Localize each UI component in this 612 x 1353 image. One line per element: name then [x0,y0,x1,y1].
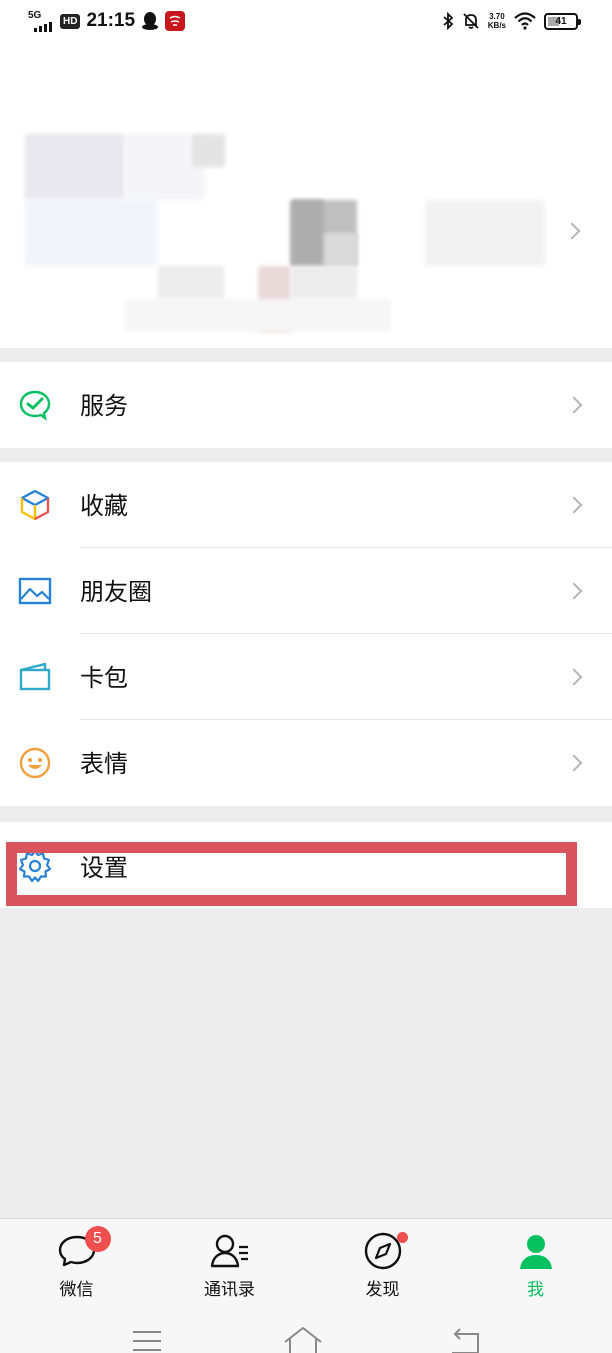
menu-label-stickers: 表情 [80,749,128,778]
speed-unit: KB/s [487,21,506,30]
battery-level: 41 [555,15,567,27]
smiley-icon [19,747,51,779]
person-icon [519,1235,552,1269]
menu-item-services[interactable]: 服务 [0,362,612,448]
card-icon [19,662,51,691]
menu-label-services: 服务 [80,391,128,420]
tab-discover[interactable]: 发现 [306,1219,459,1308]
cube-icon [20,489,50,521]
network-speed: 3.70 KB/s [488,12,506,30]
chevron-right-icon [565,496,583,514]
menu-item-cards[interactable]: 卡包 [0,634,612,720]
battery-icon: 41 [544,12,581,30]
bottom-tab-bar: 5 微信 通讯录 发现 我 [0,1218,612,1308]
menu-item-stickers[interactable]: 表情 [0,720,612,806]
unread-badge: 5 [84,1226,111,1252]
cellular-signal-icon: 5G [28,10,54,32]
contacts-icon [210,1234,248,1268]
speed-value: 3.70 [489,12,505,21]
mute-bell-icon [463,13,479,29]
tab-label-me: 我 [527,1280,544,1300]
tab-contacts[interactable]: 通讯录 [153,1219,306,1308]
menu-label-favorites: 收藏 [80,491,128,520]
gear-icon [18,849,52,883]
menu-item-moments[interactable]: 朋友圈 [0,548,612,634]
system-navigation-bar [0,1308,612,1353]
tab-label-contacts: 通讯录 [204,1280,255,1300]
features-group: 收藏 朋友圈 卡包 表情 [0,462,612,806]
menu-item-favorites[interactable]: 收藏 [0,462,612,548]
chevron-right-icon [565,396,583,414]
network-type: 5G [28,10,42,21]
wechat-pay-icon [19,390,51,421]
tab-label-discover: 发现 [365,1280,400,1300]
status-time: 21:15 [86,10,136,31]
tab-chats[interactable]: 5 微信 [0,1219,153,1308]
services-group: 服务 [0,362,612,448]
chevron-right-icon [565,668,583,686]
picture-icon [18,577,52,605]
menu-icon[interactable] [131,1326,163,1353]
profile-header[interactable] [0,46,612,348]
wifi-icon [514,12,536,30]
tab-label-chats: 微信 [59,1280,94,1300]
menu-label-cards: 卡包 [80,663,128,692]
chevron-right-icon [565,754,583,772]
menu-label-settings: 设置 [80,853,128,882]
status-bar: 5G HD 21:15 3.70 KB/s 41 [0,0,612,46]
menu-item-settings[interactable]: 设置 [0,822,612,908]
menu-label-moments: 朋友圈 [80,577,152,606]
settings-group: 设置 [0,822,612,908]
bluetooth-icon [443,12,454,30]
home-icon[interactable] [282,1324,324,1353]
new-moments-dot [396,1232,408,1243]
hd-indicator: HD [60,13,81,29]
back-icon[interactable] [448,1326,482,1353]
profile-chevron-icon [563,222,581,240]
app-notification-icon [165,11,186,31]
tab-me[interactable]: 我 [459,1219,612,1308]
qq-icon [142,12,159,30]
obscured-profile-info [25,134,565,334]
chevron-right-icon [565,582,583,600]
